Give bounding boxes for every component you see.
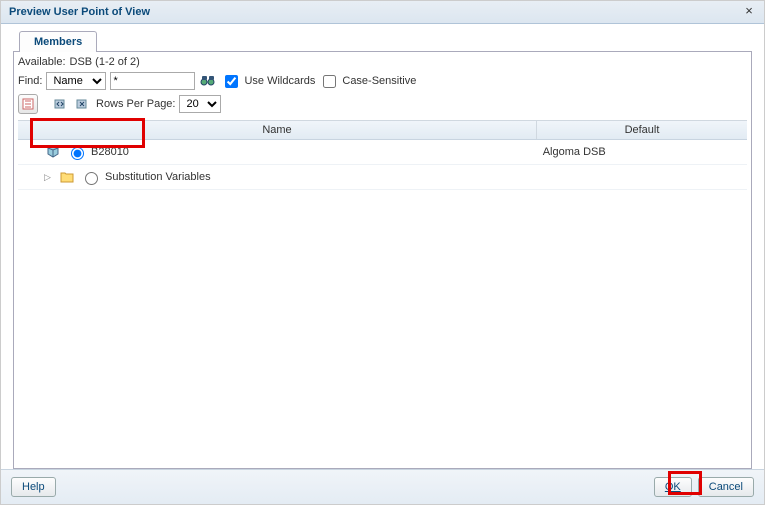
case-sensitive-checkbox[interactable] bbox=[323, 75, 336, 88]
ok-button[interactable]: OK bbox=[654, 477, 692, 497]
expand-all-icon[interactable] bbox=[74, 95, 92, 113]
row-label: Substitution Variables bbox=[105, 171, 211, 183]
column-header-default[interactable]: Default bbox=[536, 121, 747, 139]
case-sensitive-label: Case-Sensitive bbox=[342, 75, 416, 87]
table-header: Name Default bbox=[18, 121, 747, 140]
find-label: Find: bbox=[18, 75, 42, 87]
table-row[interactable]: ▷ Substitution Variables bbox=[18, 165, 747, 190]
use-wildcards-label: Use Wildcards bbox=[244, 75, 315, 87]
expand-arrow-icon[interactable]: ▷ bbox=[44, 172, 54, 183]
row-radio[interactable] bbox=[71, 147, 84, 160]
binoculars-icon[interactable] bbox=[199, 72, 217, 90]
members-table: Name Default B28010 Algoma DSB bbox=[18, 120, 747, 466]
column-header-name[interactable]: Name bbox=[18, 121, 536, 139]
collapse-all-icon[interactable] bbox=[52, 95, 70, 113]
cube-icon bbox=[44, 143, 62, 161]
close-icon[interactable]: × bbox=[742, 5, 756, 19]
dialog-footer: Help OK Cancel bbox=[1, 469, 764, 504]
find-row: Find: Name Use Wildcards Case-Sensitive bbox=[18, 72, 747, 90]
available-value: DSB (1-2 of 2) bbox=[70, 56, 140, 68]
settings-icon[interactable] bbox=[18, 94, 38, 114]
find-field-select[interactable]: Name bbox=[46, 72, 106, 90]
folder-icon bbox=[58, 168, 76, 186]
dialog-title: Preview User Point of View bbox=[9, 6, 150, 18]
find-input[interactable] bbox=[110, 72, 195, 90]
row-radio[interactable] bbox=[85, 172, 98, 185]
available-label: Available: bbox=[18, 56, 66, 68]
toolbar-row: Rows Per Page: 20 bbox=[18, 94, 747, 114]
title-bar: Preview User Point of View × bbox=[1, 1, 764, 24]
row-default bbox=[537, 174, 747, 180]
available-row: Available: DSB (1-2 of 2) bbox=[18, 56, 747, 68]
cancel-button[interactable]: Cancel bbox=[698, 477, 754, 497]
help-button[interactable]: Help bbox=[11, 477, 56, 497]
rows-per-page-label: Rows Per Page: bbox=[96, 98, 175, 110]
row-default: Algoma DSB bbox=[537, 143, 747, 161]
members-panel: Available: DSB (1-2 of 2) Find: Name Use… bbox=[13, 51, 752, 469]
row-label: B28010 bbox=[91, 146, 129, 158]
tab-strip: Members bbox=[19, 30, 752, 51]
tab-members[interactable]: Members bbox=[19, 31, 97, 52]
rows-per-page-select[interactable]: 20 bbox=[179, 95, 221, 113]
use-wildcards-checkbox[interactable] bbox=[225, 75, 238, 88]
table-row[interactable]: B28010 Algoma DSB bbox=[18, 140, 747, 165]
